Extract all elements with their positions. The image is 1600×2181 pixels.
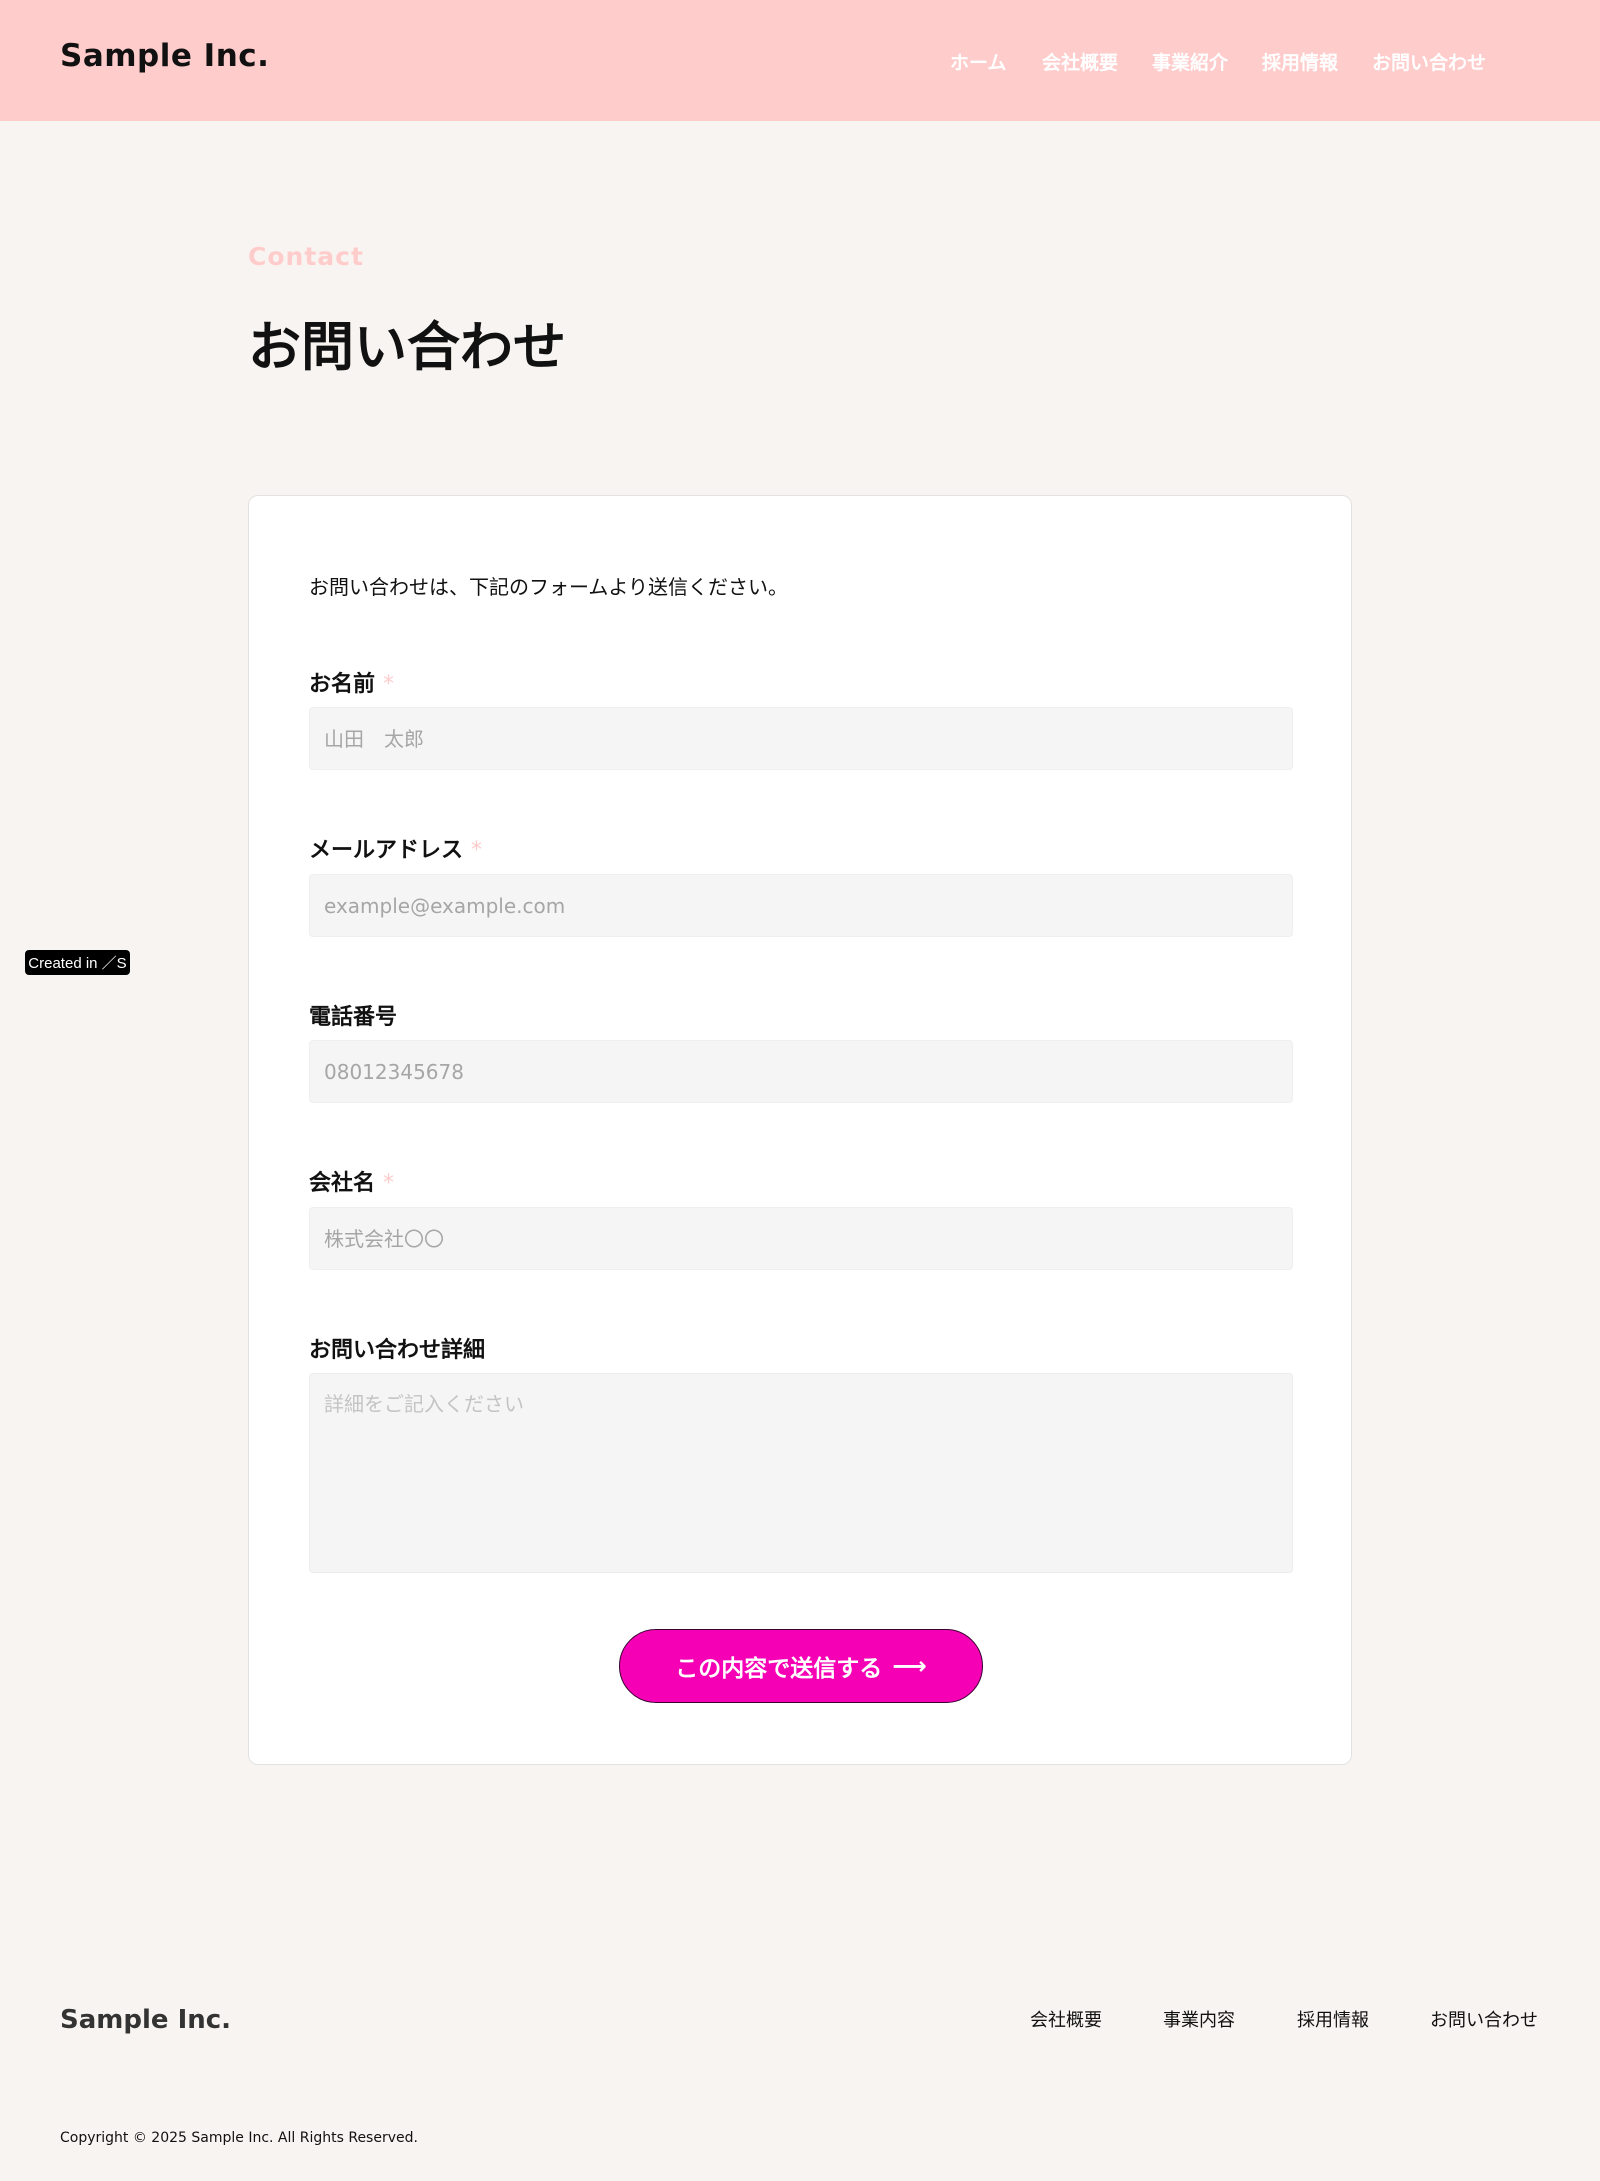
nav-item-contact[interactable]: お問い合わせ xyxy=(1372,48,1486,75)
contact-form: お問い合わせは、下記のフォームより送信ください。 お名前 * メールアドレス * 電… xyxy=(248,495,1352,1765)
details-label-text: お問い合わせ詳細 xyxy=(309,1338,486,1363)
copyright-text: Copyright © 2025 Sample Inc. All Rights … xyxy=(60,2130,418,2146)
footer-logo[interactable]: Sample Inc. xyxy=(60,2005,231,2035)
submit-button-label: この内容で送信する xyxy=(675,1656,883,1682)
footer-nav-business[interactable]: 事業内容 xyxy=(1163,2006,1235,2032)
nav-item-home[interactable]: ホーム xyxy=(950,48,1006,75)
name-label-text: お名前 xyxy=(309,672,376,697)
required-mark: * xyxy=(383,672,395,697)
name-label: お名前 * xyxy=(309,666,394,698)
arrow-right-icon: ⟶ xyxy=(892,1652,927,1680)
company-label-text: 会社名 xyxy=(309,1171,376,1196)
phone-label: 電話番号 xyxy=(309,999,397,1031)
nav-item-recruit[interactable]: 採用情報 xyxy=(1262,48,1338,75)
site-header: Sample Inc. ホーム 会社概要 事業紹介 採用情報 お問い合わせ xyxy=(0,0,1600,121)
email-input[interactable] xyxy=(309,874,1293,937)
footer-nav-recruit[interactable]: 採用情報 xyxy=(1297,2006,1369,2032)
created-in-badge[interactable]: Created in ／S xyxy=(25,950,130,975)
main-nav: ホーム 会社概要 事業紹介 採用情報 お問い合わせ xyxy=(0,48,1600,75)
company-label: 会社名 * xyxy=(309,1165,394,1197)
footer-nav-company[interactable]: 会社概要 xyxy=(1030,2006,1102,2032)
submit-button[interactable]: この内容で送信する ⟶ xyxy=(619,1629,983,1703)
company-input[interactable] xyxy=(309,1207,1293,1270)
details-label: お問い合わせ詳細 xyxy=(309,1332,485,1364)
form-intro: お問い合わせは、下記のフォームより送信ください。 xyxy=(309,575,788,599)
phone-input[interactable] xyxy=(309,1040,1293,1103)
page-title: お問い合わせ xyxy=(248,317,566,378)
footer-nav-contact[interactable]: お問い合わせ xyxy=(1430,2006,1538,2032)
email-label-text: メールアドレス xyxy=(309,838,464,863)
nav-item-business[interactable]: 事業紹介 xyxy=(1152,48,1228,75)
required-mark: * xyxy=(383,1171,395,1196)
nav-item-company[interactable]: 会社概要 xyxy=(1042,48,1118,75)
phone-label-text: 電話番号 xyxy=(309,1005,398,1030)
required-mark: * xyxy=(471,838,483,863)
section-eyebrow: Contact xyxy=(248,242,364,271)
details-textarea[interactable] xyxy=(309,1373,1293,1573)
name-input[interactable] xyxy=(309,707,1293,770)
email-label: メールアドレス * xyxy=(309,832,482,864)
